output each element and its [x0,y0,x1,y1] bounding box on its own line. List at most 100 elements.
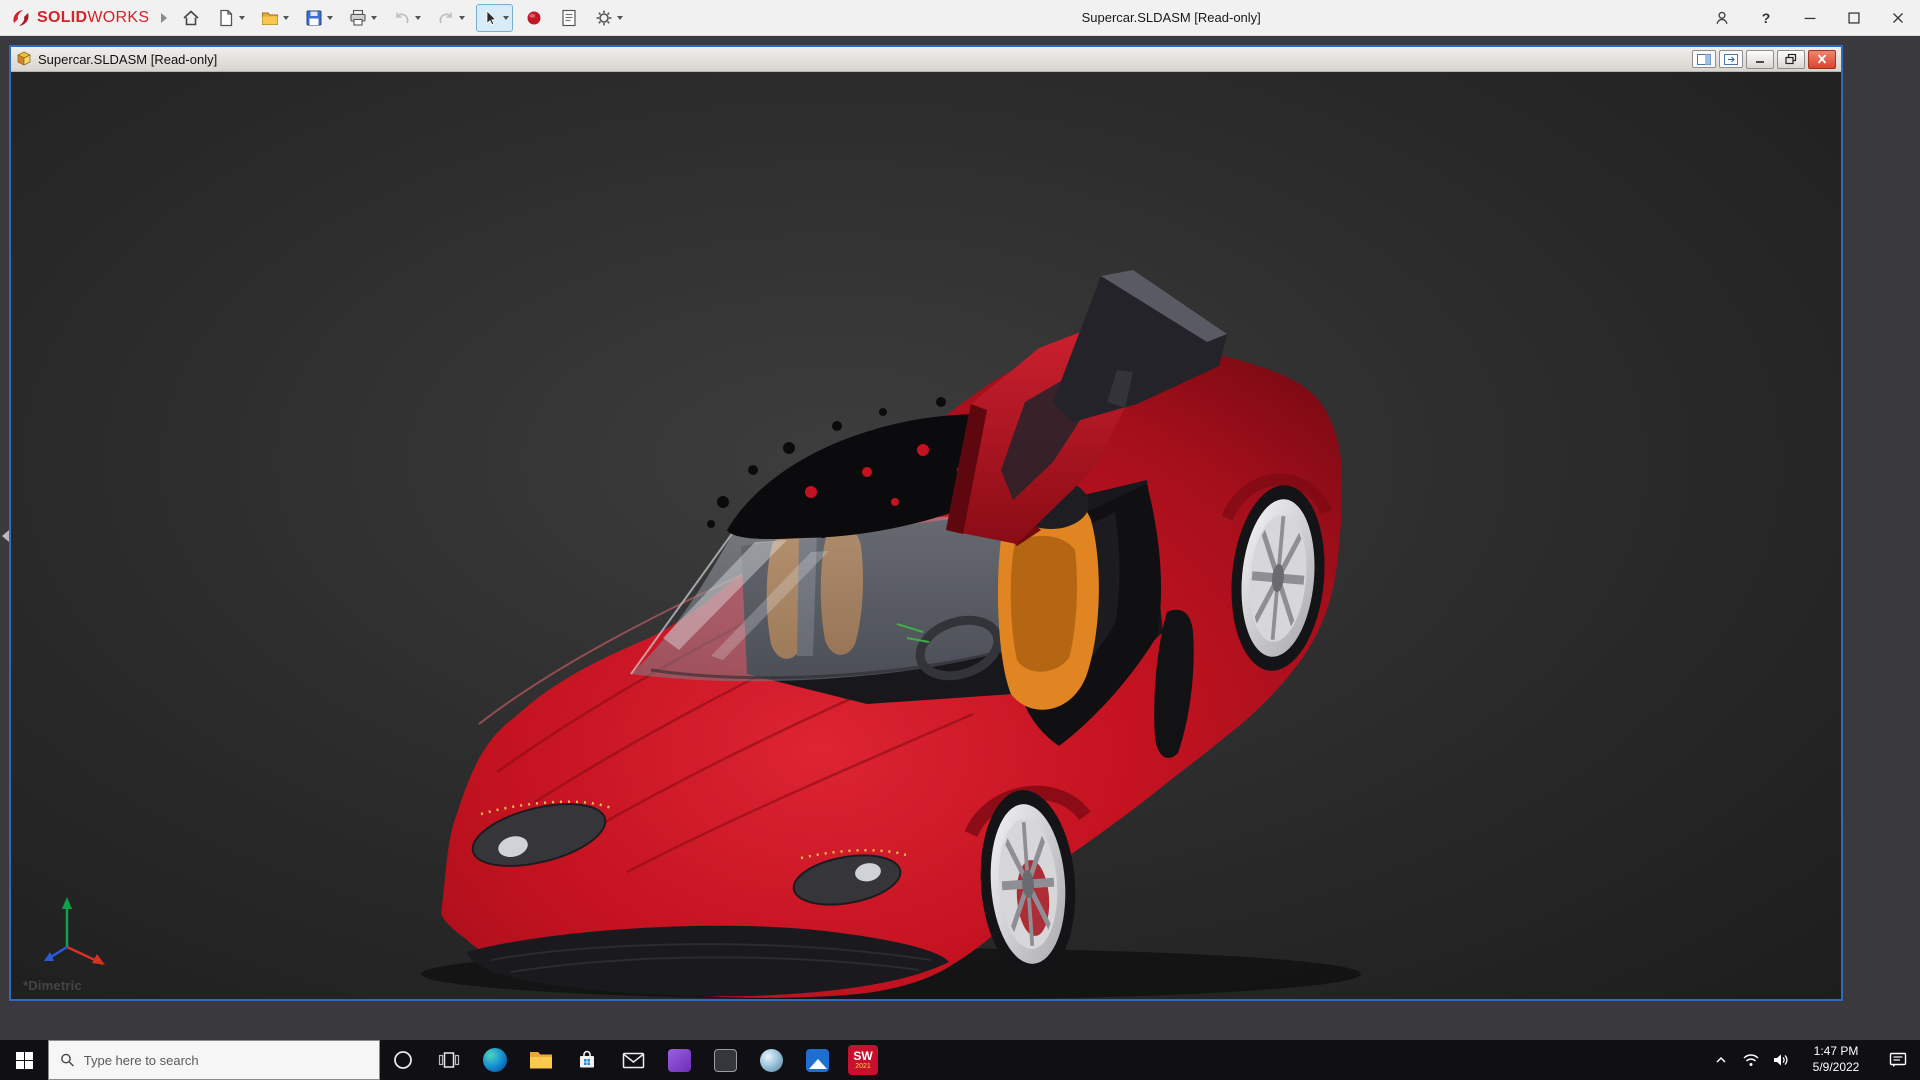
redo-button[interactable] [432,4,469,32]
dropdown-caret-icon [239,16,245,20]
save-icon [304,8,324,28]
taskbar-clock[interactable]: 1:47 PM 5/9/2022 [1796,1040,1876,1080]
app-title: Supercar.SLDASM [Read-only] [1082,10,1261,25]
dropdown-caret-icon [283,16,289,20]
solidworks-swirl-icon [10,7,32,29]
mail-icon [622,1050,645,1070]
task-view-button[interactable] [426,1040,472,1080]
new-document-icon [216,8,236,28]
triad-x-axis [92,954,105,965]
options-button[interactable] [590,4,627,32]
task-view-icon [438,1049,460,1071]
solidworks-2021-icon: SW 2021 [848,1045,878,1075]
new-document-button[interactable] [212,4,249,32]
graphics-viewport[interactable]: *Dimetric [11,72,1841,999]
document-title: Supercar.SLDASM [Read-only] [38,52,217,67]
app-close-button[interactable] [1876,0,1920,36]
restore-icon [1784,53,1798,65]
taskbar-app-file-explorer[interactable] [518,1040,564,1080]
help-button[interactable]: ? [1744,0,1788,36]
account-button[interactable] [1700,0,1744,36]
doc-restore-button[interactable] [1777,50,1805,69]
purple-app-icon [668,1049,691,1072]
cortana-icon [392,1049,414,1071]
taskbar-app-blue[interactable] [794,1040,840,1080]
windows-logo-icon [16,1052,33,1069]
feature-tree-flyout-arrow[interactable] [2,530,9,542]
volume-button[interactable] [1766,1040,1796,1080]
pane-arrow-icon [1724,54,1738,65]
dropdown-caret-icon [415,16,421,20]
open-button[interactable] [256,4,293,32]
doc-close-button[interactable] [1808,50,1836,69]
dropdown-caret-icon [503,16,509,20]
app-titlebar: SOLIDWORKS [0,0,1920,36]
taskbar-app-solidworks[interactable]: SW 2021 [840,1040,886,1080]
select-tool-button[interactable] [476,4,513,32]
dark-app-icon [714,1049,737,1072]
select-cursor-icon [480,8,500,28]
car-model-render[interactable] [11,72,1841,999]
taskbar-app-purple[interactable] [656,1040,702,1080]
display-pane-toggle-button[interactable] [1692,50,1716,68]
solidworks-app-window: SOLIDWORKS [0,0,1920,1080]
print-icon [348,8,368,28]
app-window-controls: ? [1700,0,1920,36]
cortana-button[interactable] [380,1040,426,1080]
taskbar-search[interactable] [48,1040,380,1080]
document-window: Supercar.SLDASM [Read-only] [9,45,1843,1001]
app-minimize-button[interactable] [1788,0,1832,36]
help-icon: ? [1762,10,1771,26]
windows-taskbar: SW 2021 [0,1040,1920,1080]
car-windshield[interactable] [631,514,1019,681]
speaker-icon [1772,1052,1790,1068]
home-button[interactable] [177,4,205,32]
search-icon [60,1052,75,1068]
clock-time: 1:47 PM [1814,1044,1859,1060]
dropdown-caret-icon [459,16,465,20]
chevron-up-icon [1714,1053,1728,1067]
account-icon [1713,9,1731,27]
taskbar-app-store[interactable] [564,1040,610,1080]
minimize-icon [1753,53,1767,65]
taskbar-app-sphere[interactable] [748,1040,794,1080]
doc-minimize-button[interactable] [1746,50,1774,69]
redo-icon [436,8,456,28]
dropdown-caret-icon [617,16,623,20]
3dexperience-button[interactable] [520,4,548,32]
file-explorer-icon [529,1050,553,1070]
print-button[interactable] [344,4,381,32]
taskbar-app-edge[interactable] [472,1040,518,1080]
blue-app-icon [806,1049,829,1072]
document-window-controls [1692,50,1836,69]
file-properties-button[interactable] [555,4,583,32]
network-button[interactable] [1736,1040,1766,1080]
system-tray: 1:47 PM 5/9/2022 [1706,1040,1920,1080]
brand-text: SOLIDWORKS [37,9,149,27]
app-maximize-button[interactable] [1832,0,1876,36]
triad-y-axis [62,897,72,909]
network-icon [1742,1052,1760,1068]
quick-access-toolbar [177,4,627,32]
taskbar-app-mail[interactable] [610,1040,656,1080]
home-icon [181,8,201,28]
document-titlebar[interactable]: Supercar.SLDASM [Read-only] [11,47,1841,72]
action-center-button[interactable] [1876,1040,1920,1080]
gear-icon [594,8,614,28]
start-button[interactable] [0,1040,48,1080]
undo-icon [392,8,412,28]
taskbar-app-dark[interactable] [702,1040,748,1080]
undo-button[interactable] [388,4,425,32]
search-input[interactable] [84,1053,368,1068]
save-button[interactable] [300,4,337,32]
view-orientation-label: *Dimetric [23,978,82,993]
dropdown-caret-icon [327,16,333,20]
display-pane-expand-button[interactable] [1719,50,1743,68]
dropdown-caret-icon [371,16,377,20]
hidden-icons-button[interactable] [1706,1040,1736,1080]
open-folder-icon [260,8,280,28]
clock-date: 5/9/2022 [1813,1060,1860,1076]
workspace-background: Supercar.SLDASM [Read-only] [0,36,1920,1040]
close-icon [1889,9,1907,27]
menu-expand-arrow-icon[interactable] [161,13,167,23]
